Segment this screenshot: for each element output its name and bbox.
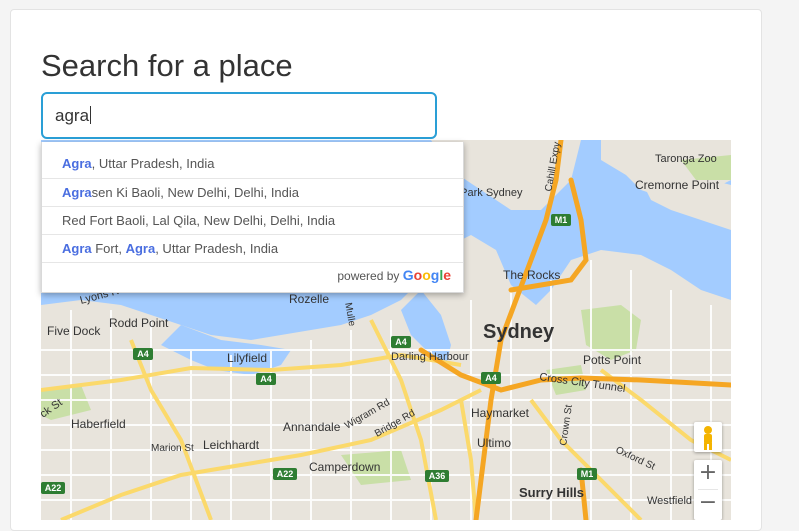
label-haberfield: Haberfield <box>71 417 126 431</box>
google-logo-letter: o <box>413 267 423 283</box>
suggestion-match-text: Agra <box>62 185 92 200</box>
suggestion-item[interactable]: Agra, Uttar Pradesh, India <box>42 150 463 178</box>
search-input[interactable]: agra <box>41 92 437 139</box>
suggestion-text: , Uttar Pradesh, India <box>155 241 279 256</box>
label-lilyfield: Lilyfield <box>227 351 267 365</box>
suggestion-item[interactable]: Agra Fort, Agra, Uttar Pradesh, India <box>42 234 463 262</box>
label-rozelle: Rozelle <box>289 292 329 306</box>
shield-a4-2-text: A4 <box>260 374 272 384</box>
label-camperdown: Camperdown <box>309 460 380 474</box>
suggestion-item[interactable]: Agrasen Ki Baoli, New Delhi, Delhi, Indi… <box>42 178 463 206</box>
label-westfield: Westfield <box>647 495 692 507</box>
shield-m1-2-text: M1 <box>581 469 594 479</box>
autocomplete-dropdown: Agra, Uttar Pradesh, India Agrasen Ki Ba… <box>41 142 464 293</box>
label-annandale: Annandale <box>283 420 341 434</box>
label-haymarket: Haymarket <box>471 406 530 420</box>
shield-a4-4-text: A4 <box>485 373 497 383</box>
suggestion-text: Red Fort Baoli, Lal Qila, New Delhi, Del… <box>62 213 336 228</box>
label-rodd-point: Rodd Point <box>109 316 169 330</box>
shield-a4-3-text: A4 <box>395 337 407 347</box>
label-marion-st: Marion St <box>151 443 194 454</box>
zoom-out-button[interactable]: − <box>694 490 722 518</box>
zoom-in-button[interactable]: + <box>694 460 722 488</box>
suggestion-text: sen Ki Baoli, New Delhi, Delhi, India <box>91 185 300 200</box>
suggestion-text: , Uttar Pradesh, India <box>91 156 215 171</box>
google-logo-letter: e <box>443 267 451 283</box>
label-potts-point: Potts Point <box>583 353 642 367</box>
page-title: Search for a place <box>41 48 293 83</box>
google-logo: Google <box>403 267 451 283</box>
suggestion-text: Fort, <box>91 241 126 256</box>
powered-by-text: powered by <box>337 269 400 283</box>
label-taronga-zoo: Taronga Zoo <box>655 153 717 165</box>
shield-a4-1-text: A4 <box>137 349 149 359</box>
shield-a36-text: A36 <box>429 471 446 481</box>
label-darling-harbour: Darling Harbour <box>391 351 469 363</box>
google-logo-letter: G <box>402 267 414 283</box>
google-logo-letter: o <box>422 267 431 283</box>
suggestion-item[interactable]: Red Fort Baoli, Lal Qila, New Delhi, Del… <box>42 206 463 234</box>
suggestion-match-text: Agra <box>125 241 156 256</box>
pegman-icon <box>704 426 712 450</box>
label-the-rocks: The Rocks <box>503 268 560 282</box>
suggestion-match-text: Agra <box>62 156 92 171</box>
label-five-dock: Five Dock <box>47 324 101 338</box>
label-cremorne: Cremorne Point <box>635 178 720 192</box>
search-input-value: agra <box>55 106 90 125</box>
shield-m1-1-text: M1 <box>555 215 568 225</box>
label-sydney: Sydney <box>483 321 555 343</box>
search-input-text: agra <box>55 106 92 126</box>
shield-a22-2-text: A22 <box>45 483 62 493</box>
zoom-control: + − <box>694 460 722 520</box>
label-ultimo: Ultimo <box>477 436 511 450</box>
suggestion-match-text: Agra <box>62 241 92 256</box>
powered-by-google: powered by Google <box>337 267 451 283</box>
text-caret <box>90 106 92 124</box>
label-surry-hills: Surry Hills <box>519 485 584 500</box>
label-leichhardt: Leichhardt <box>203 438 260 452</box>
shield-a22-text: A22 <box>277 469 294 479</box>
street-view-pegman[interactable] <box>694 422 722 452</box>
